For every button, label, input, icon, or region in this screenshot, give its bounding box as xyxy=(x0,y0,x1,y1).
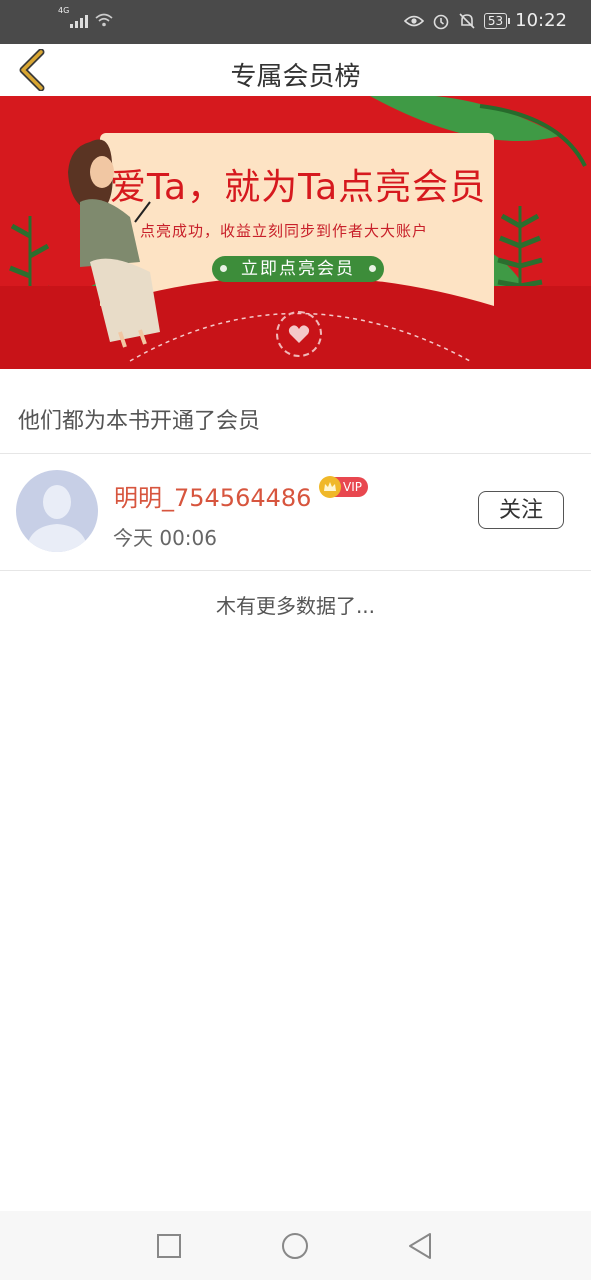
battery-icon: 53 xyxy=(483,12,511,29)
list-item[interactable]: 明明_754564486 VIP 今天 00:06 关注 xyxy=(0,454,591,571)
avatar[interactable] xyxy=(16,470,98,552)
network-label: 4G xyxy=(58,6,70,15)
home-icon[interactable] xyxy=(280,1231,310,1261)
eye-icon xyxy=(403,15,424,26)
light-up-vip-button[interactable]: 立即点亮会员 xyxy=(212,256,384,282)
section-header: 他们都为本书开通了会员 xyxy=(0,369,591,454)
page-title: 专属会员榜 xyxy=(230,62,361,92)
wifi-icon xyxy=(95,13,113,27)
signal-group: 4G xyxy=(58,6,114,28)
title-bar: 专属会员榜 xyxy=(0,44,591,96)
section-title: 他们都为本书开通了会员 xyxy=(18,409,261,434)
status-bar: 4G 53 10:22 xyxy=(0,0,591,44)
alarm-icon xyxy=(433,14,449,29)
vip-badge: VIP xyxy=(319,476,368,498)
back-icon[interactable] xyxy=(406,1231,436,1261)
follow-button[interactable]: 关注 xyxy=(478,491,564,529)
banner-subtitle: 点亮成功，收益立刻同步到作者大大账户 xyxy=(140,222,429,240)
banner-title: 爱Ta，就为Ta点亮会员 xyxy=(110,167,487,208)
status-right: 53 10:22 xyxy=(403,10,567,31)
promo-banner[interactable]: 爱Ta，就为Ta点亮会员 点亮成功，收益立刻同步到作者大大账户 立即点亮会员 xyxy=(0,96,591,369)
clock-time: 10:22 xyxy=(515,10,567,31)
list-end-text: 木有更多数据了... xyxy=(215,594,376,618)
heart-seal-icon xyxy=(276,311,322,357)
mute-bell-icon xyxy=(459,12,475,29)
signal-icon xyxy=(70,15,88,28)
system-nav-bar xyxy=(0,1211,591,1280)
default-user-icon xyxy=(26,485,88,552)
member-time: 今天 00:06 xyxy=(113,526,217,550)
member-name[interactable]: 明明_754564486 xyxy=(114,478,311,513)
recent-apps-icon[interactable] xyxy=(154,1231,184,1261)
crown-icon xyxy=(319,476,341,498)
